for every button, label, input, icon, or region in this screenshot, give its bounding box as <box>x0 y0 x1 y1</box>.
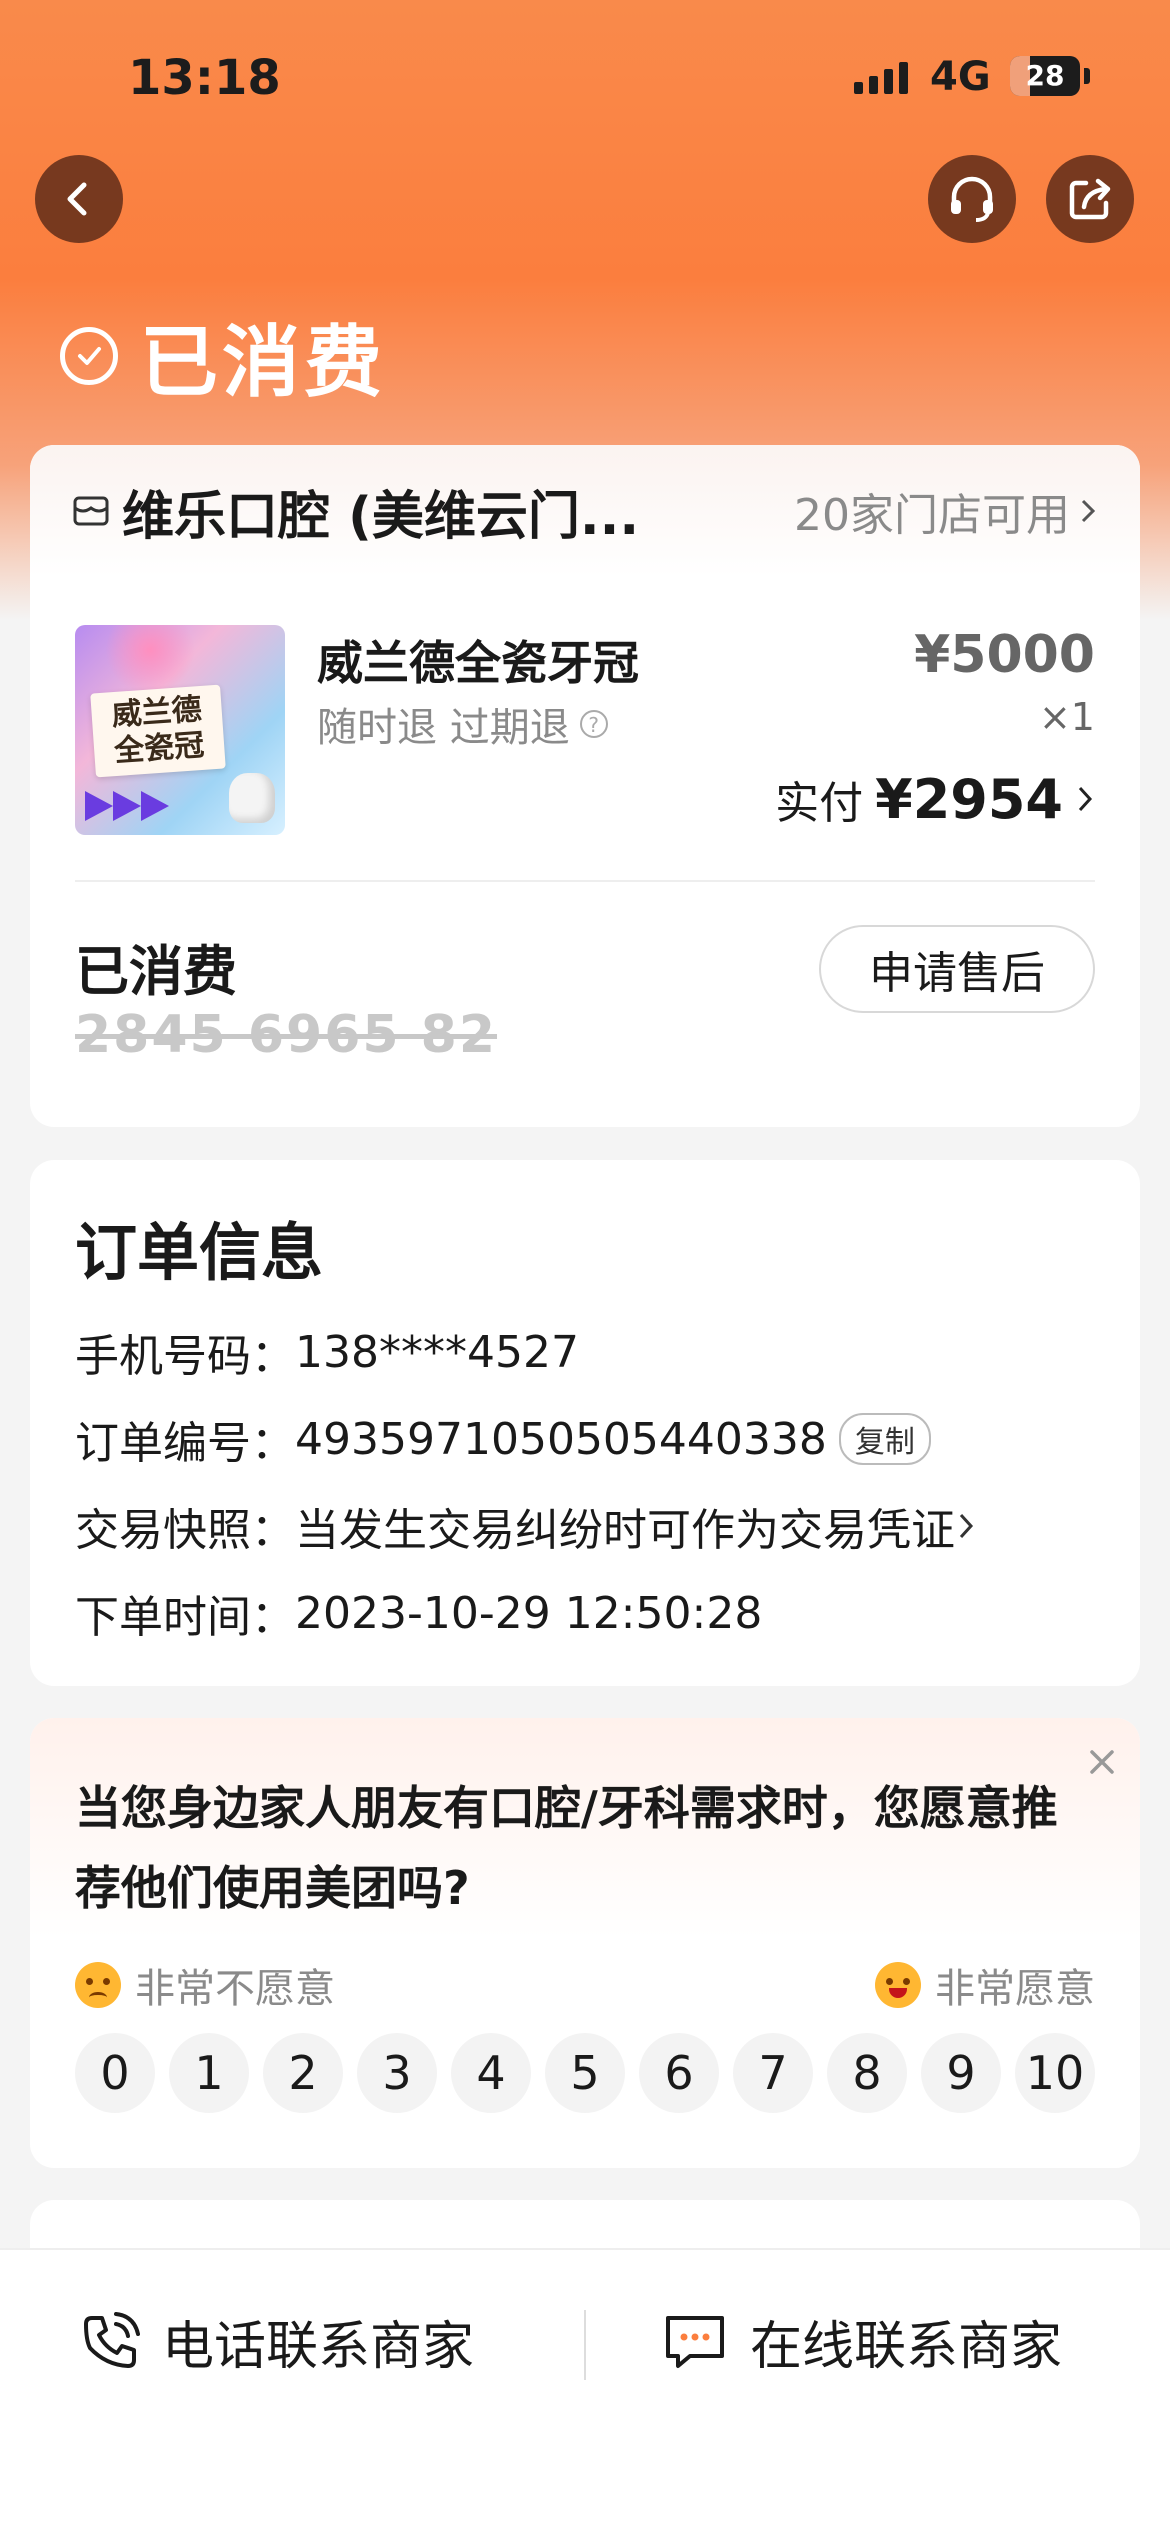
score-options: 0 1 2 3 4 5 6 7 8 9 10 <box>75 2033 1095 2113</box>
scale-high-text: 非常愿意 <box>935 1966 1095 2012</box>
chevron-right-icon <box>1081 499 1096 523</box>
score-7[interactable]: 7 <box>733 2033 813 2113</box>
product-image[interactable]: 威兰德 全瓷冠 <box>75 625 285 835</box>
paid-label: 实付 <box>775 778 864 829</box>
tooth-icon <box>229 773 275 823</box>
chat-icon <box>666 2315 724 2368</box>
shop-icon <box>73 496 109 526</box>
consumed-status: 已消费 <box>75 940 237 1003</box>
copy-button[interactable]: 复制 <box>838 1413 931 1465</box>
scale-low-label: 非常不愿意 <box>75 1956 335 2014</box>
scale-high-label: 非常愿意 <box>875 1956 1095 2014</box>
snapshot-label: 交易快照： <box>75 1505 295 1556</box>
snapshot-value: 当发生交易纠纷时可作为交易凭证 <box>295 1505 955 1556</box>
score-9[interactable]: 9 <box>921 2033 1001 2113</box>
divider <box>75 880 1095 882</box>
product-name[interactable]: 威兰德全瓷牙冠 <box>317 627 639 693</box>
headset-icon <box>951 176 993 222</box>
score-1[interactable]: 1 <box>169 2033 249 2113</box>
order-number-value: 4935971050505440338 <box>295 1413 827 1465</box>
status-time: 13:18 <box>128 50 281 106</box>
snapshot-row[interactable]: 交易快照： 当发生交易纠纷时可作为交易凭证 <box>75 1494 977 1558</box>
score-6[interactable]: 6 <box>639 2033 719 2113</box>
store-availability-link[interactable]: 20家门店可用 <box>794 479 1098 543</box>
share-button[interactable] <box>1046 155 1134 243</box>
order-info-card: 订单信息 手机号码： 138****4527 订单编号： 49359710505… <box>30 1160 1140 1686</box>
survey-question: 当您身边家人朋友有口腔/牙科需求时，您愿意推荐他们使用美团吗? <box>75 1781 1058 1915</box>
page-title: 已消费 <box>60 300 386 412</box>
battery-tip <box>1084 68 1090 84</box>
close-icon[interactable] <box>1082 1742 1122 1782</box>
phone-row: 手机号码： 138****4527 <box>75 1320 579 1384</box>
signal-icon <box>854 60 908 94</box>
battery-level: 28 <box>1025 59 1065 92</box>
refund-policy-text: 随时退 过期退 <box>317 705 570 751</box>
score-0[interactable]: 0 <box>75 2033 155 2113</box>
customer-service-button[interactable] <box>928 155 1016 243</box>
chat-merchant-label: 在线联系商家 <box>750 2317 1063 2377</box>
call-merchant-button[interactable]: 电话联系商家 <box>78 2304 474 2379</box>
score-5[interactable]: 5 <box>545 2033 625 2113</box>
phone-icon <box>84 2311 140 2368</box>
check-circle-icon <box>60 327 118 385</box>
sad-face-icon <box>75 1962 121 2008</box>
score-3[interactable]: 3 <box>357 2033 437 2113</box>
network-type: 4G <box>930 54 991 100</box>
order-time-row: 下单时间： 2023-10-29 12:50:28 <box>75 1581 762 1645</box>
scale-low-text: 非常不愿意 <box>135 1966 335 2012</box>
share-icon <box>1069 178 1111 220</box>
product-image-label: 威兰德 全瓷冠 <box>90 684 226 778</box>
divider <box>584 2310 586 2380</box>
chevron-right-icon <box>1078 786 1093 812</box>
chevron-right-icon <box>959 1513 974 1539</box>
voucher-code: 2845 6965 82 <box>75 1005 498 1065</box>
back-icon <box>67 182 87 216</box>
phone-label: 手机号码： <box>75 1331 295 1382</box>
order-number-label: 订单编号： <box>75 1418 295 1469</box>
store-availability-text: 20家门店可用 <box>794 490 1070 541</box>
score-8[interactable]: 8 <box>827 2033 907 2113</box>
order-card: 维乐口腔 (美维云门... 20家门店可用 威兰德 全瓷冠 威兰德全瓷牙冠 随时… <box>30 445 1140 1127</box>
order-number-row: 订单编号： 4935971050505440338 复制 <box>75 1407 931 1471</box>
order-info-title: 订单信息 <box>75 1216 324 1289</box>
score-10[interactable]: 10 <box>1015 2033 1095 2113</box>
page-title-text: 已消费 <box>140 318 387 408</box>
battery-icon: 28 <box>1010 56 1080 96</box>
survey-card: 当您身边家人朋友有口腔/牙科需求时，您愿意推荐他们使用美团吗? 非常不愿意 非常… <box>30 1718 1140 2168</box>
question-icon[interactable]: ? <box>579 710 608 738</box>
order-time-label: 下单时间： <box>75 1592 295 1643</box>
call-merchant-label: 电话联系商家 <box>162 2317 475 2377</box>
product-image-text-2: 全瓷冠 <box>113 727 206 770</box>
quantity: ×1 <box>1038 695 1095 739</box>
score-4[interactable]: 4 <box>451 2033 531 2113</box>
happy-face-icon <box>875 1962 921 2008</box>
paid-amount-row[interactable]: 实付 ¥2954 <box>775 767 1095 831</box>
back-button[interactable] <box>35 155 123 243</box>
shop-name: 维乐口腔 (美维云门... <box>122 486 640 547</box>
shop-row[interactable]: 维乐口腔 (美维云门... 20家门店可用 <box>30 445 1140 577</box>
paid-amount: ¥2954 <box>875 767 1063 831</box>
chat-merchant-button[interactable]: 在线联系商家 <box>660 2304 1062 2379</box>
order-time-value: 2023-10-29 12:50:28 <box>295 1587 763 1639</box>
phone-value: 138****4527 <box>295 1326 579 1378</box>
original-price: ¥5000 <box>914 625 1095 685</box>
refund-policy: 随时退 过期退 ? <box>317 695 608 753</box>
bottom-action-bar: 电话联系商家 在线联系商家 <box>0 2248 1170 2534</box>
status-bar: 13:18 4G 28 <box>0 0 1170 150</box>
after-sale-button[interactable]: 申请售后 <box>819 925 1095 1013</box>
score-2[interactable]: 2 <box>263 2033 343 2113</box>
